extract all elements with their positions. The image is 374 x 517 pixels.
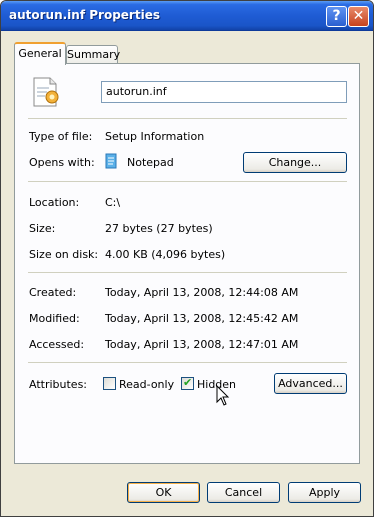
size-on-disk-label: Size on disk: — [29, 248, 99, 261]
size-on-disk-value: 4.00 KB (4,096 bytes) — [105, 248, 226, 261]
change-button[interactable]: Change... — [243, 152, 347, 173]
readonly-checkbox[interactable] — [103, 377, 116, 390]
hidden-checkbox[interactable]: ✔ — [181, 376, 194, 390]
cancel-button[interactable]: Cancel — [207, 482, 280, 503]
divider — [28, 118, 347, 119]
general-panel: autorun.inf Type of file: Setup Informat… — [14, 63, 360, 464]
close-icon: ✕ — [352, 8, 365, 24]
readonly-label[interactable]: Read-only — [119, 378, 174, 391]
location-value: C:\ — [105, 196, 121, 209]
apply-button[interactable]: Apply — [288, 482, 361, 503]
window-title: autorun.inf Properties — [9, 8, 160, 22]
created-value: Today, April 13, 2008, 12:44:08 AM — [105, 286, 299, 299]
tab-general[interactable]: General — [14, 42, 66, 65]
accessed-label: Accessed: — [29, 338, 85, 351]
opens-with-label: Opens with: — [29, 156, 95, 169]
properties-window: autorun.inf Properties ? ✕ General Summa… — [0, 0, 374, 517]
attributes-label: Attributes: — [29, 378, 88, 391]
modified-value: Today, April 13, 2008, 12:45:42 AM — [105, 312, 299, 325]
title-bar[interactable]: autorun.inf Properties ? ✕ — [1, 1, 373, 31]
opens-with-value: Notepad — [127, 156, 174, 169]
checkmark-icon: ✔ — [183, 376, 193, 389]
tab-summary[interactable]: Summary — [66, 45, 120, 65]
type-value: Setup Information — [105, 130, 205, 143]
divider — [28, 362, 347, 363]
size-label: Size: — [29, 222, 56, 235]
advanced-button[interactable]: Advanced... — [274, 373, 347, 394]
modified-label: Modified: — [29, 312, 80, 325]
divider — [28, 181, 347, 182]
size-value: 27 bytes (27 bytes) — [105, 222, 213, 235]
setup-file-icon — [33, 77, 59, 107]
accessed-value: Today, April 13, 2008, 12:47:01 AM — [105, 338, 299, 351]
type-label: Type of file: — [29, 130, 93, 143]
divider — [28, 272, 347, 273]
ok-button[interactable]: OK — [127, 482, 200, 503]
help-icon: ? — [332, 8, 341, 24]
mouse-cursor-icon — [216, 385, 230, 406]
created-label: Created: — [29, 286, 77, 299]
help-button[interactable]: ? — [326, 6, 347, 27]
close-button[interactable]: ✕ — [348, 6, 369, 27]
notepad-icon — [105, 153, 117, 169]
file-name-field[interactable]: autorun.inf — [101, 81, 347, 103]
location-label: Location: — [29, 196, 80, 209]
